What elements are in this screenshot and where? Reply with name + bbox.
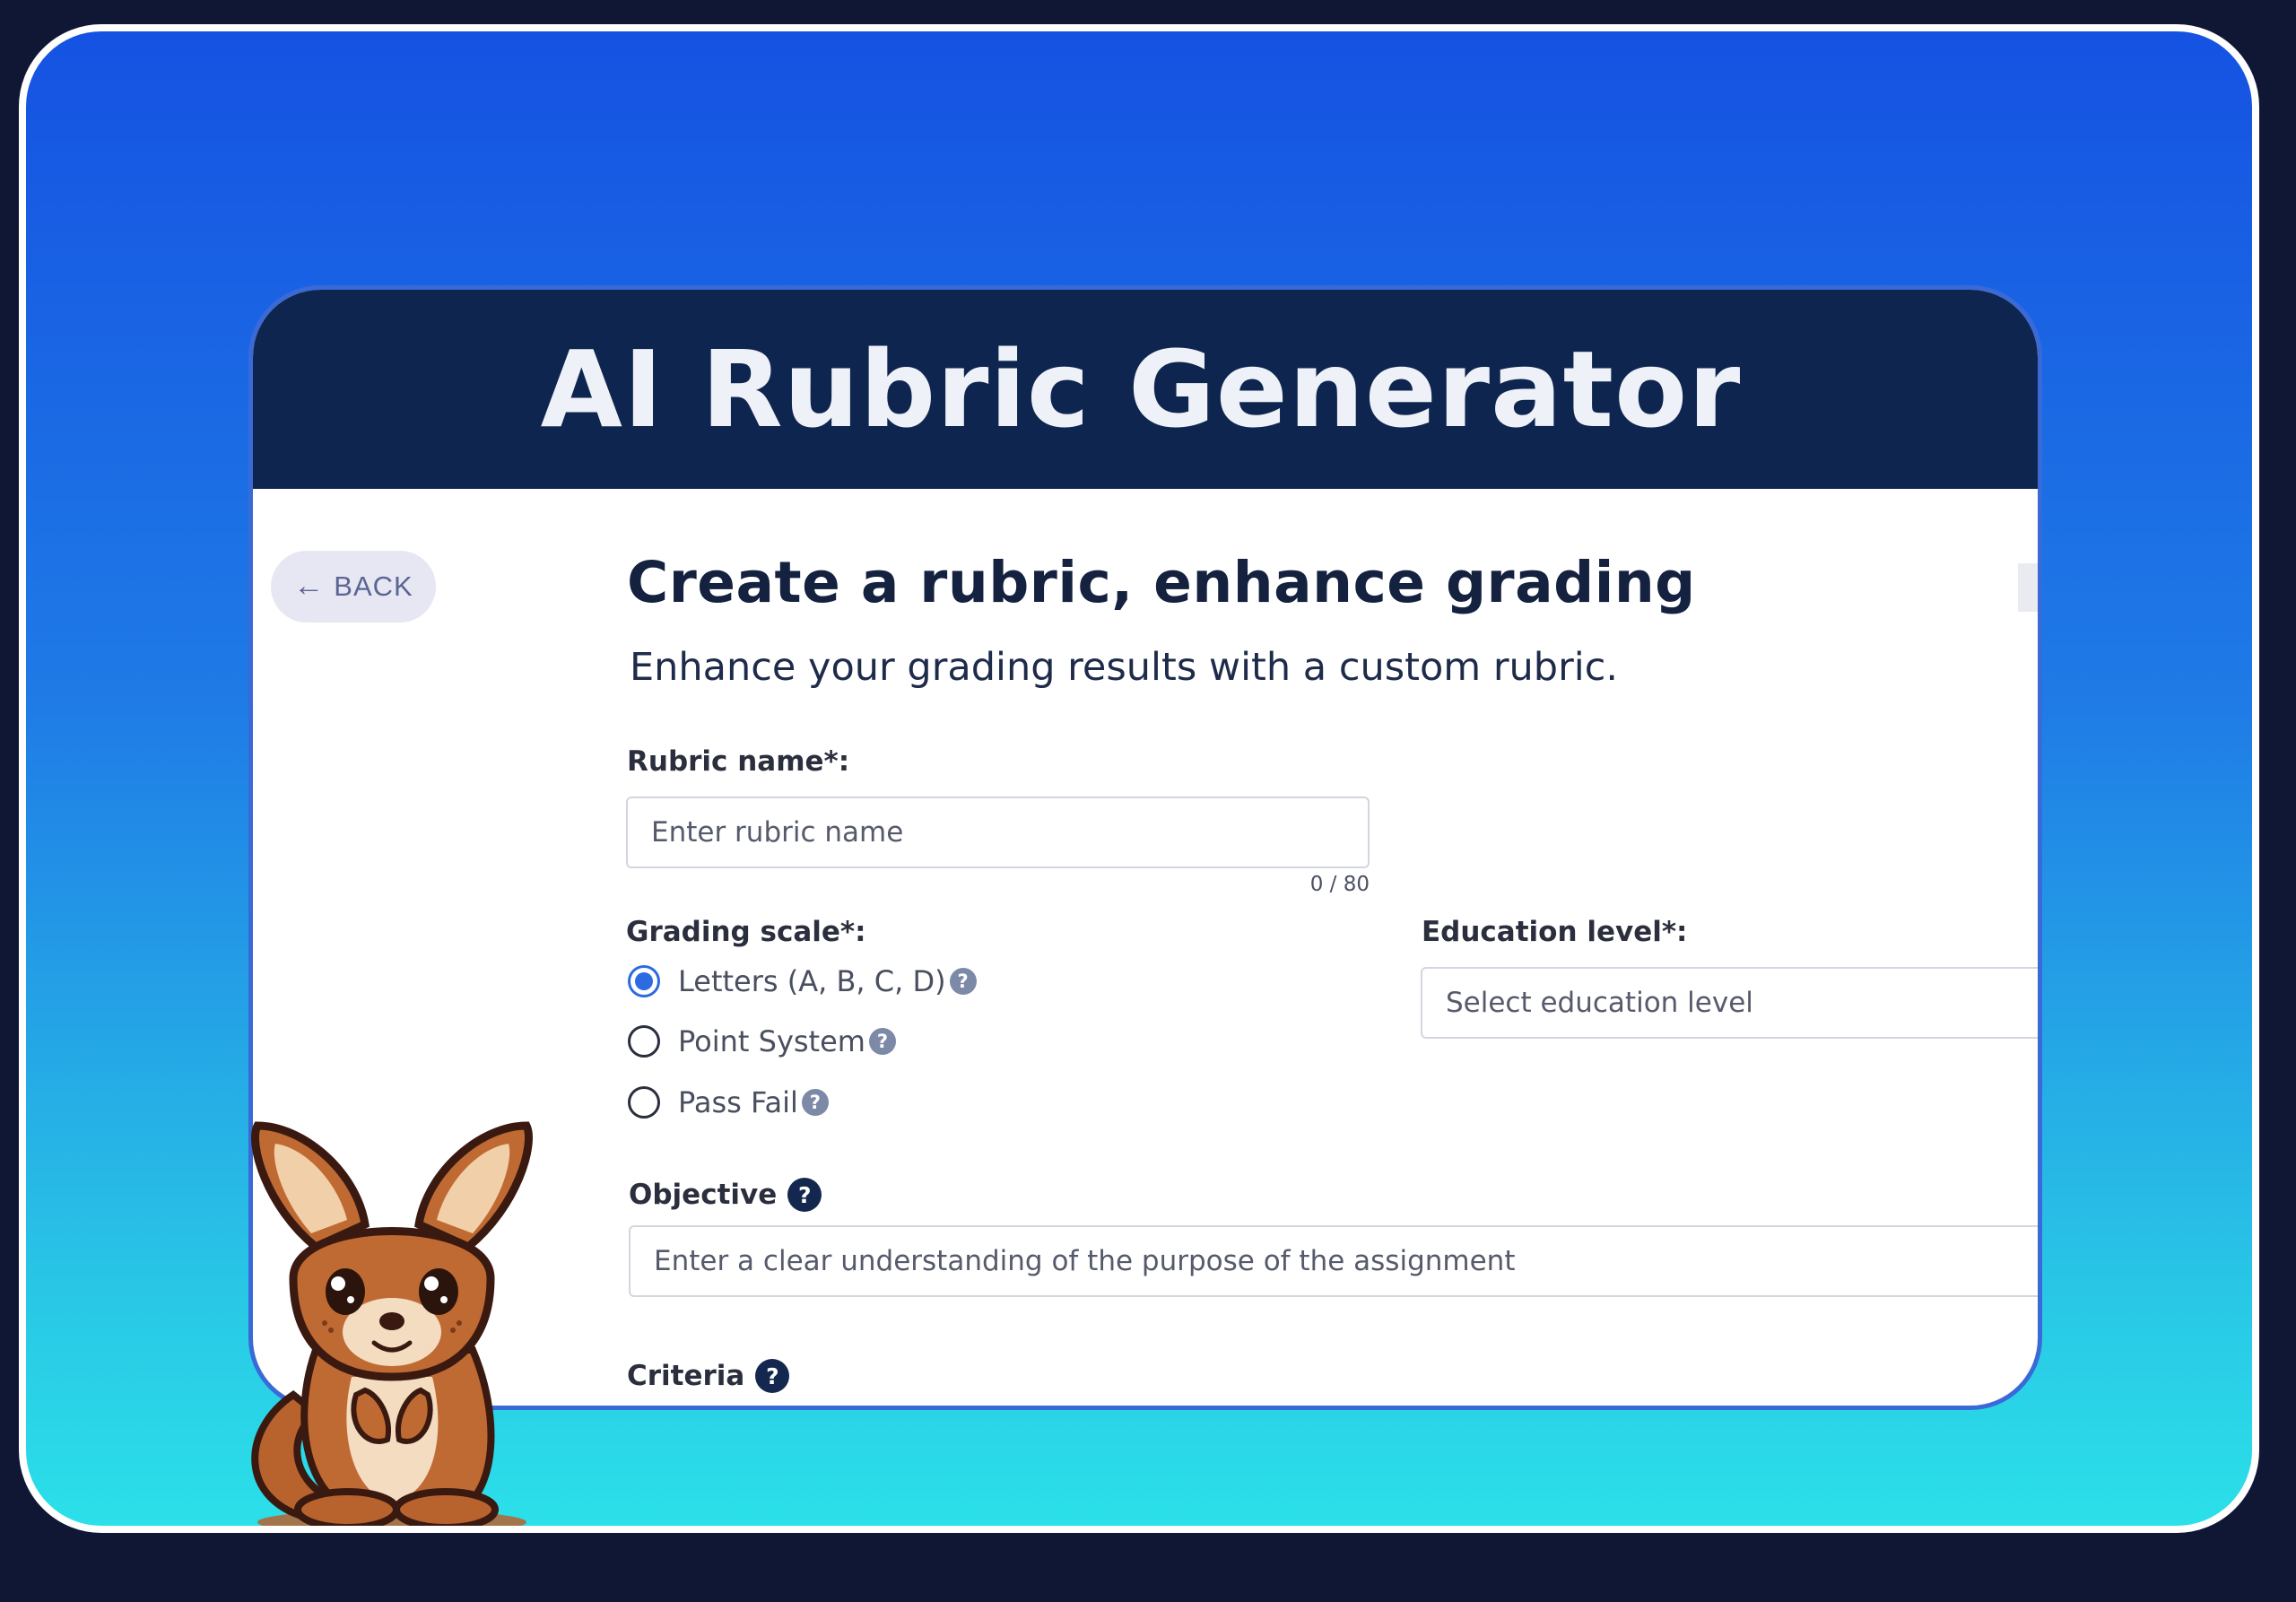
grading-option-letters[interactable]: Letters (A, B, C, D) ? xyxy=(628,964,977,998)
side-panel-tab[interactable] xyxy=(2018,563,2038,612)
grading-scale-label-text: Grading scale*: xyxy=(626,916,866,948)
radio-pass-fail[interactable] xyxy=(628,1086,660,1119)
page-title: Create a rubric, enhance grading xyxy=(627,550,1696,615)
grading-option-points[interactable]: Point System ? xyxy=(628,1024,896,1058)
back-button-label: BACK xyxy=(334,570,413,602)
question-icon[interactable]: ? xyxy=(755,1359,790,1393)
grading-option-passfail[interactable]: Pass Fail ? xyxy=(628,1085,829,1119)
objective-label-text: Objective xyxy=(629,1179,778,1211)
criteria-label-text: Criteria xyxy=(627,1360,745,1392)
question-icon[interactable]: ? xyxy=(801,1089,829,1116)
education-level-label-text: Education level*: xyxy=(1422,916,1688,948)
criteria-label: Criteria ? xyxy=(627,1359,790,1393)
grading-option-passfail-label: Pass Fail xyxy=(678,1085,798,1119)
rubric-name-label-text: Rubric name*: xyxy=(627,745,850,778)
rubric-name-char-counter: 0 / 80 xyxy=(1309,873,1370,896)
question-icon[interactable]: ? xyxy=(787,1178,822,1212)
objective-label: Objective ? xyxy=(629,1178,822,1212)
back-button[interactable]: ← BACK xyxy=(271,551,436,623)
education-level-select[interactable] xyxy=(1421,967,2038,1039)
kangaroo-mascot xyxy=(251,1121,533,1526)
question-icon[interactable]: ? xyxy=(949,968,977,995)
rubric-name-input[interactable] xyxy=(626,797,1370,868)
education-level-label: Education level*: xyxy=(1422,916,1687,948)
card-header: AI Rubric Generator xyxy=(253,290,2038,489)
objective-input[interactable] xyxy=(629,1225,2038,1297)
banner-title: AI Rubric Generator xyxy=(540,327,1742,451)
radio-letters[interactable] xyxy=(628,965,660,997)
arrow-left-icon: ← xyxy=(293,569,326,603)
rubric-name-label: Rubric name*: xyxy=(627,745,849,778)
grading-scale-label: Grading scale*: xyxy=(626,916,866,948)
promo-frame: AI Rubric Generator ← BACK Create a rubr… xyxy=(19,24,2259,1533)
radio-point-system[interactable] xyxy=(628,1025,660,1058)
question-icon[interactable]: ? xyxy=(868,1028,896,1055)
page-subtitle: Enhance your grading results with a cust… xyxy=(630,645,1619,690)
grading-option-letters-label: Letters (A, B, C, D) xyxy=(678,964,946,998)
grading-option-points-label: Point System xyxy=(678,1024,865,1058)
